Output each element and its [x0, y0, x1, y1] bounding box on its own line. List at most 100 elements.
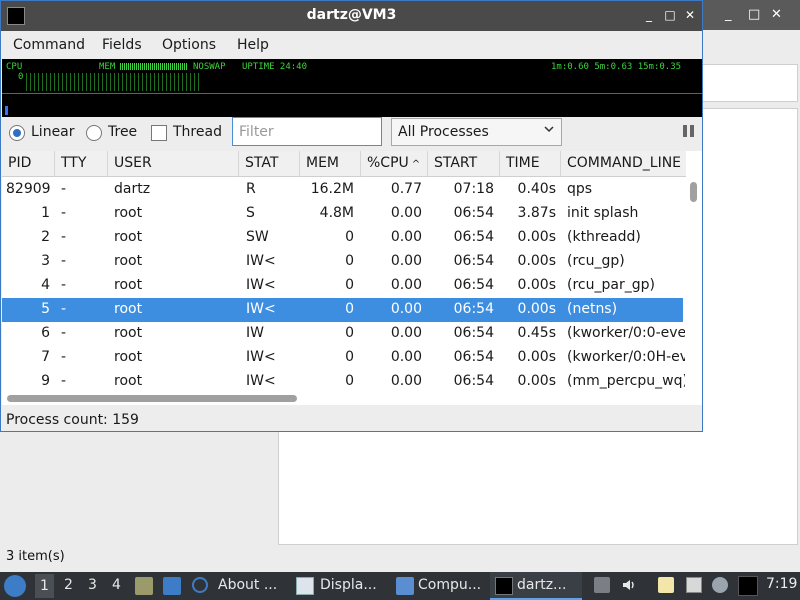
column-time[interactable]: TIME — [500, 151, 561, 177]
column-mem[interactable]: MEM — [300, 151, 361, 177]
workspace-3[interactable]: 3 — [88, 577, 97, 600]
column-stat[interactable]: STAT — [239, 151, 300, 177]
cell-cpu: 0.00 — [390, 349, 422, 365]
horizontal-scroll-thumb[interactable] — [7, 395, 297, 402]
table-row[interactable]: 9- root IW< 0 0.00 06:54 0.00s (mm_percpu_wq) — [2, 370, 685, 391]
uptime: UPTIME 24:40 — [242, 62, 308, 72]
about-icon — [192, 577, 208, 593]
table-row[interactable]: 4- root IW< 0 0.00 06:54 0.00s (rcu_par_gp) — [2, 274, 683, 298]
workspace-4[interactable]: 4 — [112, 577, 121, 600]
cell-cmd: (kthreadd) — [567, 229, 641, 245]
toolbar: Linear Tree Thread All Processes — [1, 117, 702, 151]
cell-time: 0.00s — [517, 229, 556, 245]
table-row[interactable]: 6- root IW 0 0.00 06:54 0.45s (kworker/0:0-eve — [2, 322, 685, 346]
task-computer[interactable]: Compu... — [392, 572, 488, 600]
cell-tty: - — [61, 301, 67, 317]
workspace-1[interactable]: 1 — [35, 574, 54, 598]
column-pid[interactable]: PID — [2, 151, 55, 177]
cell-time: 3.87s — [517, 205, 556, 221]
table-row[interactable]: 3- root IW< 0 0.00 06:54 0.00s (rcu_gp) — [2, 250, 683, 274]
column-tty[interactable]: TTY — [55, 151, 108, 177]
column-command-line[interactable]: COMMAND_LINE — [561, 151, 686, 177]
tree-label[interactable]: Tree — [108, 124, 137, 140]
file-manager-launcher[interactable] — [132, 572, 154, 600]
cell-cpu: 0.00 — [390, 205, 422, 221]
cell-start: 06:54 — [453, 301, 494, 317]
cell-pid: 7 — [41, 349, 50, 365]
vertical-scroll-thumb[interactable] — [690, 182, 697, 202]
cell-pid: 1 — [41, 205, 50, 221]
notification-icon[interactable] — [712, 577, 728, 593]
desktop-icon — [163, 577, 181, 595]
horizontal-scrollbar[interactable] — [2, 391, 702, 405]
cell-pid: 2 — [41, 229, 50, 245]
volume-icon[interactable] — [621, 577, 637, 593]
cell-user: dartz — [114, 181, 151, 197]
filter-input[interactable] — [232, 117, 382, 146]
window-title: dartz@VM3 — [306, 7, 397, 23]
maximize-icon[interactable]: □ — [662, 8, 678, 22]
cell-mem: 4.8M — [319, 205, 354, 221]
cell-tty: - — [61, 277, 67, 293]
sort-ascending-icon: ^ — [411, 159, 421, 170]
cell-start: 06:54 — [453, 349, 494, 365]
task-display[interactable]: Displa... — [292, 572, 388, 600]
cell-stat: IW< — [246, 349, 276, 365]
start-menu-icon[interactable] — [4, 575, 26, 597]
task-qps[interactable]: dartz... — [490, 572, 582, 600]
column-start[interactable]: START — [428, 151, 500, 177]
cpu-label: CPU — [6, 62, 23, 72]
menu-help[interactable]: Help — [237, 37, 269, 53]
linear-label[interactable]: Linear — [31, 124, 75, 140]
menu-command[interactable]: Command — [13, 37, 85, 53]
cell-cpu: 0.00 — [390, 277, 422, 293]
cell-pid: 3 — [41, 253, 50, 269]
table-row[interactable]: 1- root S 4.8M 0.00 06:54 3.87s init splash — [2, 202, 683, 226]
desktop-launcher[interactable] — [160, 572, 182, 600]
taskbar: 1 2 3 4 About ... Displa... Compu... dar… — [0, 572, 800, 600]
thread-label[interactable]: Thread — [173, 124, 222, 140]
process-filter-select[interactable]: All Processes — [391, 118, 562, 146]
screen-icon[interactable] — [738, 576, 758, 596]
cell-stat: S — [246, 205, 255, 221]
cell-time: 0.45s — [517, 325, 556, 341]
maximize-icon[interactable]: □ — [748, 7, 760, 22]
column-user[interactable]: USER — [108, 151, 239, 177]
task-about[interactable]: About ... — [190, 572, 290, 600]
clock[interactable]: 7:19 — [766, 576, 797, 592]
menu-fields[interactable]: Fields — [102, 37, 142, 53]
minimize-icon[interactable]: _ — [641, 8, 657, 22]
eject-icon[interactable] — [594, 577, 610, 593]
cell-pid: 4 — [41, 277, 50, 293]
menu-options[interactable]: Options — [162, 37, 216, 53]
clipboard-icon[interactable] — [658, 577, 674, 593]
pause-icon[interactable] — [683, 125, 695, 137]
title-bar[interactable]: dartz@VM3 _ □ ✕ — [1, 1, 702, 31]
minimize-icon[interactable]: _ — [725, 7, 732, 22]
cell-time: 0.00s — [517, 277, 556, 293]
workspace-2[interactable]: 2 — [64, 577, 73, 600]
cell-pid: 5 — [41, 301, 50, 317]
cell-start: 06:54 — [453, 229, 494, 245]
cell-stat: IW< — [246, 373, 276, 389]
table-header: PID TTY USER STAT MEM %CPU ^ START TIME C… — [2, 151, 686, 177]
item-count-status: 3 item(s) — [6, 549, 65, 564]
network-icon[interactable] — [686, 577, 702, 593]
table-row[interactable]: 7- root IW< 0 0.00 06:54 0.00s (kworker/0:0H-ev — [2, 346, 685, 370]
table-row[interactable]: 82909- dartz R 16.2M 0.77 07:18 0.40s qps — [2, 178, 683, 202]
close-icon[interactable]: ✕ — [682, 8, 698, 22]
cell-cmd: (rcu_par_gp) — [567, 277, 655, 293]
column-cpu[interactable]: %CPU ^ — [361, 151, 428, 177]
table-row[interactable]: 5- root IW< 0 0.00 06:54 0.00s (netns) — [2, 298, 683, 322]
cell-user: root — [114, 325, 143, 341]
cell-cpu: 0.77 — [390, 181, 422, 197]
background-titlebar: _ □ ✕ — [703, 0, 800, 30]
thread-checkbox[interactable] — [151, 125, 167, 141]
tree-radio[interactable] — [86, 125, 102, 141]
process-count: Process count: 159 — [6, 412, 139, 428]
vertical-scrollbar[interactable] — [686, 178, 702, 391]
linear-radio[interactable] — [9, 125, 25, 141]
close-icon[interactable]: ✕ — [771, 7, 782, 22]
task-computer-label: Compu... — [418, 577, 482, 593]
table-row[interactable]: 2- root SW 0 0.00 06:54 0.00s (kthreadd) — [2, 226, 683, 250]
